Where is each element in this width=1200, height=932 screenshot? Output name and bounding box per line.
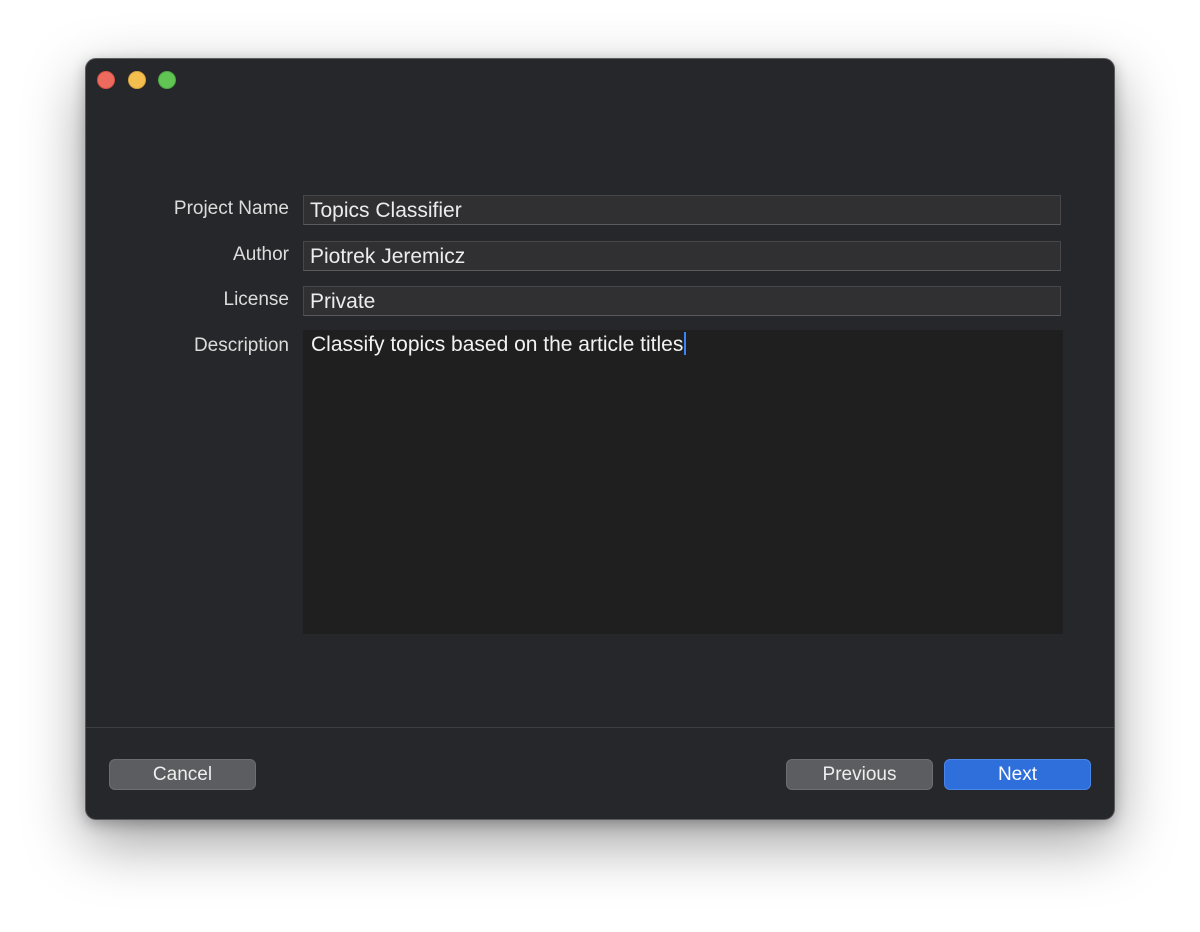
project-options-window: Project Name Topics Classifier Author Pi… <box>85 58 1115 820</box>
description-textarea[interactable]: Classify topics based on the article tit… <box>303 330 1063 634</box>
footer-divider <box>86 727 1114 728</box>
license-label: License <box>223 289 290 310</box>
author-field[interactable]: Piotrek Jeremicz <box>303 241 1061 271</box>
description-label: Description <box>193 335 289 356</box>
author-label: Author <box>233 244 289 265</box>
window-close-button[interactable] <box>97 71 115 89</box>
text-caret <box>684 332 687 355</box>
project-name-label: Project Name <box>173 198 289 219</box>
previous-button[interactable]: Previous <box>786 759 933 790</box>
window-maximize-button[interactable] <box>158 71 176 89</box>
cancel-button[interactable]: Cancel <box>109 759 256 790</box>
next-button[interactable]: Next <box>944 759 1091 790</box>
project-name-field[interactable]: Topics Classifier <box>303 195 1061 225</box>
description-text: Classify topics based on the article tit… <box>311 333 684 356</box>
license-field[interactable]: Private <box>303 286 1061 316</box>
window-minimize-button[interactable] <box>128 71 146 89</box>
